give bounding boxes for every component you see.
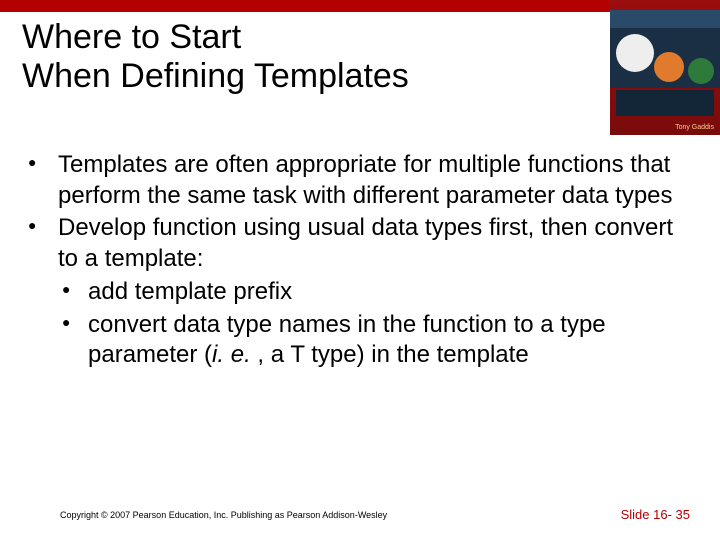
bullet-text: Develop function using usual data types … bbox=[58, 214, 673, 272]
book-balls-area bbox=[610, 28, 720, 88]
bullet-text: Templates are often appropriate for mult… bbox=[58, 151, 673, 209]
bullet-text: add template prefix bbox=[88, 278, 292, 305]
bullet-item-1: Templates are often appropriate for mult… bbox=[28, 150, 688, 211]
book-subtitle-band bbox=[616, 90, 714, 116]
book-top-strip bbox=[610, 10, 720, 28]
ball-green bbox=[688, 58, 714, 84]
bullet-list: Templates are often appropriate for mult… bbox=[28, 150, 688, 373]
book-cover-image: Tony Gaddis bbox=[610, 0, 720, 135]
bullet-item-4: convert data type names in the function … bbox=[28, 310, 688, 371]
slide: Where to Start When Defining Templates T… bbox=[0, 0, 720, 540]
slide-title: Where to Start When Defining Templates bbox=[22, 18, 582, 96]
title-line-2: When Defining Templates bbox=[22, 57, 409, 95]
book-author: Tony Gaddis bbox=[675, 124, 714, 131]
bullet-item-2: Develop function using usual data types … bbox=[28, 213, 688, 274]
footer-copyright: Copyright © 2007 Pearson Education, Inc.… bbox=[60, 510, 387, 520]
ball-orange bbox=[654, 52, 684, 82]
bullet-text-italic: i. e. bbox=[212, 341, 251, 368]
ball-white bbox=[616, 34, 654, 72]
title-line-1: Where to Start bbox=[22, 18, 241, 56]
bullet-text-post: , a T type) in the template bbox=[251, 341, 529, 368]
bullet-item-3: add template prefix bbox=[28, 277, 688, 308]
footer-slide-number: Slide 16- 35 bbox=[621, 507, 690, 522]
